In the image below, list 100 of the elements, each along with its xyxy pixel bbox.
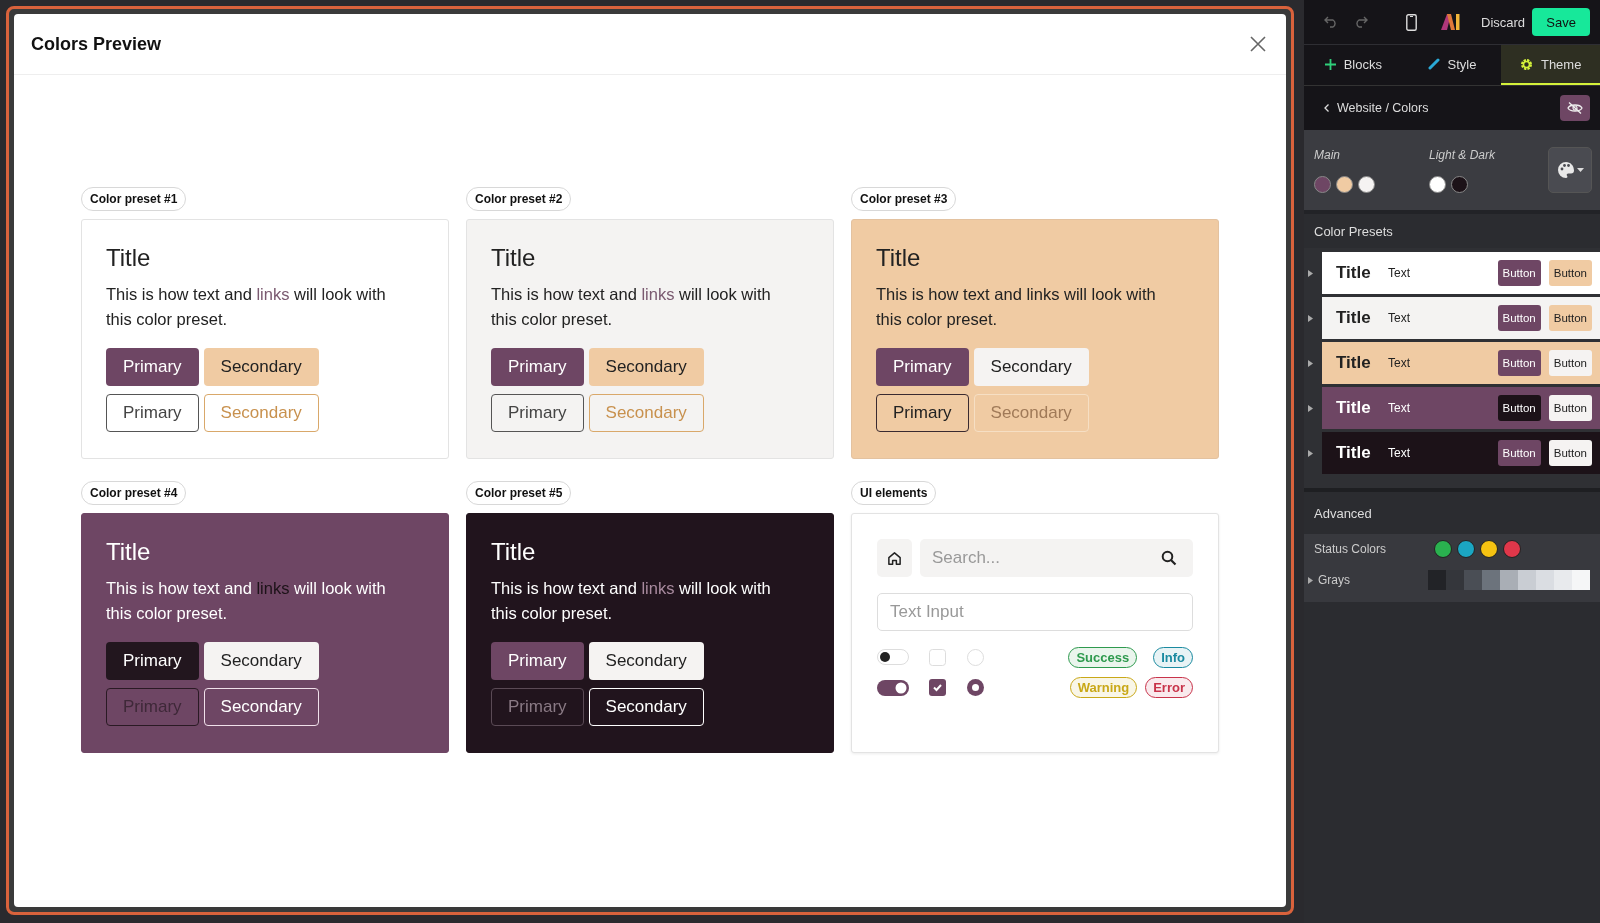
secondary-outline-button[interactable]: Secondary [203,688,319,726]
home-button[interactable] [877,539,912,577]
expand-toggle[interactable] [1308,449,1316,457]
save-button[interactable]: Save [1532,8,1590,36]
shade-swatch[interactable] [1482,570,1500,590]
primary-button[interactable]: Primary [491,348,584,386]
preset-button[interactable]: Button [1548,350,1592,376]
preset-button[interactable]: Button [1548,395,1592,421]
primary-outline-button[interactable]: Primary [106,394,199,432]
sidebar-tab[interactable]: Theme [1501,45,1600,85]
text-link[interactable]: links [256,285,290,303]
text-input-field[interactable]: Text Input [877,593,1193,631]
palette-icon [1556,161,1575,179]
color-swatch[interactable] [1451,175,1468,193]
toggle-switch[interactable] [877,649,909,666]
status-color-swatch[interactable] [1457,540,1475,558]
preset-label: Color preset #2 [466,187,572,211]
secondary-button[interactable]: Secondary [588,642,704,680]
preset-title: Title [1336,263,1372,283]
preset-button[interactable]: Button [1497,395,1541,421]
shade-swatch[interactable] [1446,570,1464,590]
color-swatch[interactable] [1314,175,1331,193]
secondary-button[interactable]: Secondary [203,642,319,680]
caret-icon [1308,576,1313,584]
shade-swatch[interactable] [1500,570,1518,590]
card-text: This is how text and links will look with this color preset. [876,284,1157,330]
preset-button[interactable]: Button [1548,260,1592,286]
shade-swatch[interactable] [1536,570,1554,590]
sidebar-tab[interactable]: Style [1402,45,1502,85]
status-color-swatch[interactable] [1503,540,1521,558]
secondary-outline-button[interactable]: Secondary [588,688,704,726]
text-link[interactable]: links [1026,285,1060,303]
expand-toggle[interactable] [1308,269,1316,277]
status-badge: Info [1153,647,1193,668]
status-color-swatch[interactable] [1480,540,1498,558]
sidebar-tab[interactable]: Blocks [1304,45,1403,85]
shade-swatch[interactable] [1554,570,1572,590]
close-button[interactable] [1248,34,1268,54]
primary-button[interactable]: Primary [106,348,199,386]
preset-button[interactable]: Button [1497,440,1541,466]
search-field[interactable]: Search... [920,539,1193,577]
color-swatch[interactable] [1429,175,1446,193]
card-text: This is how text and links will look with this color preset. [491,284,772,330]
palette-button[interactable] [1548,147,1592,193]
home-icon [887,550,902,566]
secondary-button[interactable]: Secondary [588,348,704,386]
discard-button[interactable]: Discard [1475,13,1532,31]
expand-toggle[interactable] [1308,314,1316,322]
radio-button[interactable] [967,648,984,666]
checkbox[interactable] [929,648,946,666]
preset-row[interactable]: Title Text Button Button [1322,432,1600,474]
shade-swatch[interactable] [1464,570,1482,590]
preset-label: Color preset #3 [851,187,957,211]
preset-row[interactable]: Title Text Button Button [1322,297,1600,339]
text-link[interactable]: links [641,579,675,597]
shade-swatch[interactable] [1572,570,1590,590]
primary-button[interactable]: Primary [876,348,969,386]
card-title: Title [876,244,922,272]
card-text: This is how text and links will look with this color preset. [106,284,387,330]
primary-outline-button[interactable]: Primary [491,394,584,432]
card-title: Title [106,538,152,566]
status-badge: Success [1068,647,1138,668]
primary-button[interactable]: Primary [106,642,199,680]
preset-title: Title [1336,308,1372,328]
breadcrumb-back[interactable]: Website / Colors [1318,100,1435,116]
preset-button[interactable]: Button [1548,440,1592,466]
close-icon [1250,36,1266,52]
gear-icon [1519,57,1533,71]
checkbox[interactable] [929,679,946,697]
shade-swatch[interactable] [1518,570,1536,590]
primary-outline-button[interactable]: Primary [491,688,584,726]
preset-button[interactable]: Button [1497,350,1541,376]
caret-icon [1308,449,1313,457]
preset-text: Text [1388,446,1411,460]
toggle-switch[interactable] [877,679,909,696]
hide-button[interactable] [1560,95,1590,121]
primary-button[interactable]: Primary [491,642,584,680]
caret-icon [1308,269,1313,277]
preset-button[interactable]: Button [1497,305,1541,331]
radio-button[interactable] [967,679,984,697]
status-color-swatch[interactable] [1434,540,1452,558]
preset-text: Text [1388,401,1411,415]
preset-row[interactable]: Title Text Button Button [1322,387,1600,429]
expand-toggle[interactable] [1308,404,1316,412]
search-icon [1161,550,1177,566]
color-swatch[interactable] [1358,175,1375,193]
preset-button[interactable]: Button [1548,305,1592,331]
expand-toggle[interactable] [1308,576,1314,584]
eye-off-icon [1567,102,1583,114]
secondary-button[interactable]: Secondary [203,348,319,386]
color-swatch[interactable] [1336,175,1353,193]
preset-button[interactable]: Button [1497,260,1541,286]
preset-title: Title [1336,443,1372,463]
secondary-button[interactable]: Secondary [973,348,1089,386]
preset-row[interactable]: Title Text Button Button [1322,342,1600,384]
preset-row[interactable]: Title Text Button Button [1322,252,1600,294]
primary-outline-button[interactable]: Primary [876,394,969,432]
expand-toggle[interactable] [1308,359,1316,367]
text-link[interactable]: links [641,285,675,303]
card-title: Title [491,538,537,566]
